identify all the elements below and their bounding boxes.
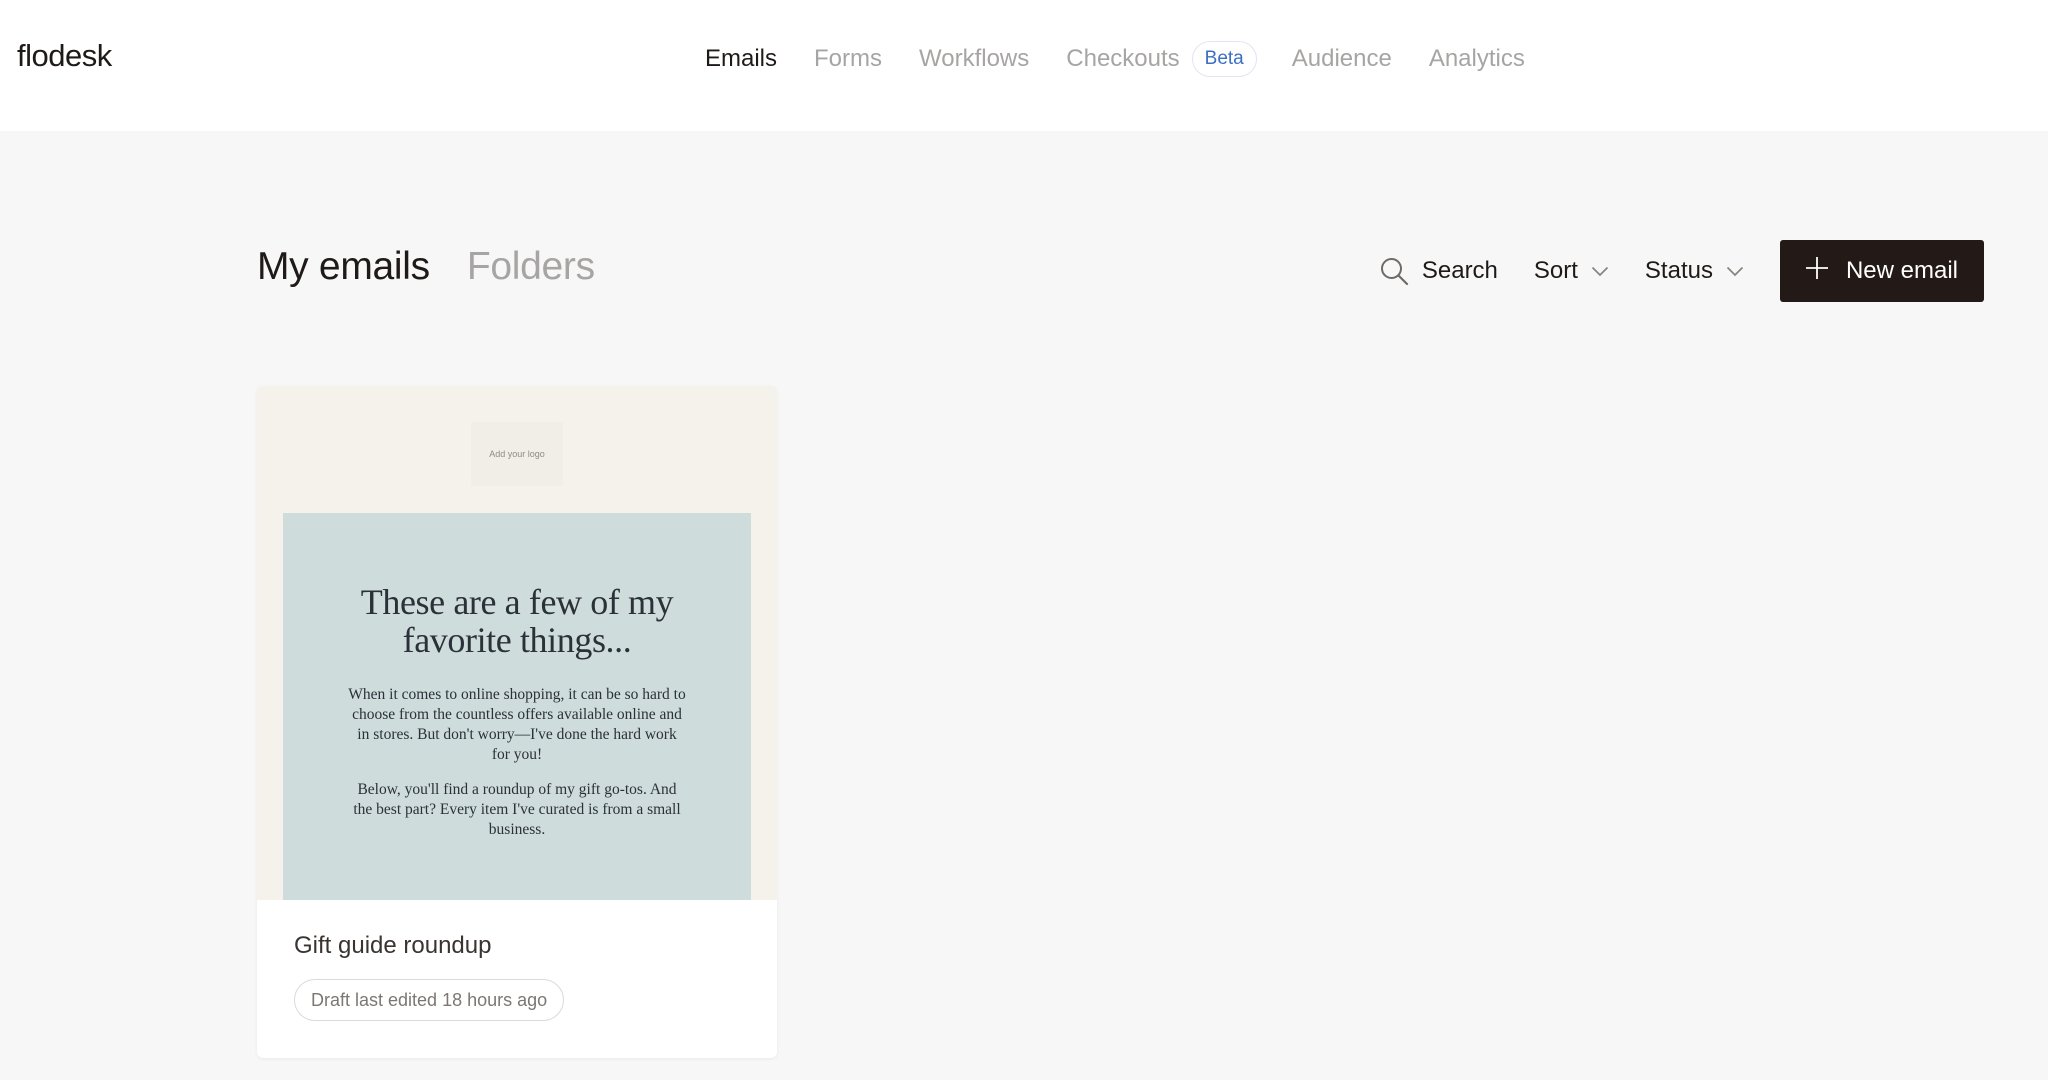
search-button[interactable]: Search [1379, 256, 1498, 286]
nav-item-checkouts[interactable]: Checkouts [1066, 45, 1179, 73]
page-tabs: My emails Folders [257, 245, 632, 289]
nav-item-forms[interactable]: Forms [814, 45, 882, 73]
search-label: Search [1421, 257, 1498, 284]
top-header: flodesk Emails Forms Workflows Checkouts… [0, 0, 2048, 131]
nav-item-workflows[interactable]: Workflows [919, 45, 1029, 73]
email-toolbar: Search Sort Status New email [1379, 240, 1984, 302]
app-logo[interactable]: flodesk [17, 38, 112, 74]
beta-badge: Beta [1191, 41, 1257, 77]
new-email-button[interactable]: New email [1779, 240, 1984, 302]
new-email-label: New email [1845, 257, 1958, 284]
sort-label: Sort [1533, 257, 1578, 284]
email-preview-paragraph: Below, you'll find a roundup of my gift … [353, 781, 681, 838]
email-preview-paragraph: When it comes to online shopping, it can… [348, 686, 686, 763]
email-preview: Add your logo These are a few of my favo… [257, 386, 777, 900]
nav-item-audience[interactable]: Audience [1292, 45, 1392, 73]
email-preview-hero: These are a few of my favorite things...… [283, 513, 751, 900]
nav-item-analytics[interactable]: Analytics [1429, 45, 1525, 73]
status-badge: Draft last edited 18 hours ago [294, 979, 565, 1021]
email-card[interactable]: Add your logo These are a few of my favo… [257, 386, 777, 1058]
email-title: Gift guide roundup [294, 932, 492, 959]
status-dropdown[interactable]: Status [1645, 257, 1744, 285]
email-preview-heading: These are a few of my favorite things... [360, 582, 674, 660]
nav-item-emails[interactable]: Emails [705, 45, 777, 73]
search-icon [1379, 256, 1409, 286]
sort-dropdown[interactable]: Sort [1534, 257, 1609, 285]
tab-my-emails[interactable]: My emails [257, 245, 430, 289]
chevron-down-icon [1591, 266, 1609, 277]
tab-folders[interactable]: Folders [467, 245, 595, 289]
logo-placeholder: Add your logo [471, 422, 563, 486]
plus-icon [1804, 255, 1846, 288]
main-nav: Emails Forms Workflows Checkouts Beta Au… [705, 38, 1562, 80]
status-label: Status [1644, 257, 1713, 284]
chevron-down-icon [1726, 266, 1744, 277]
